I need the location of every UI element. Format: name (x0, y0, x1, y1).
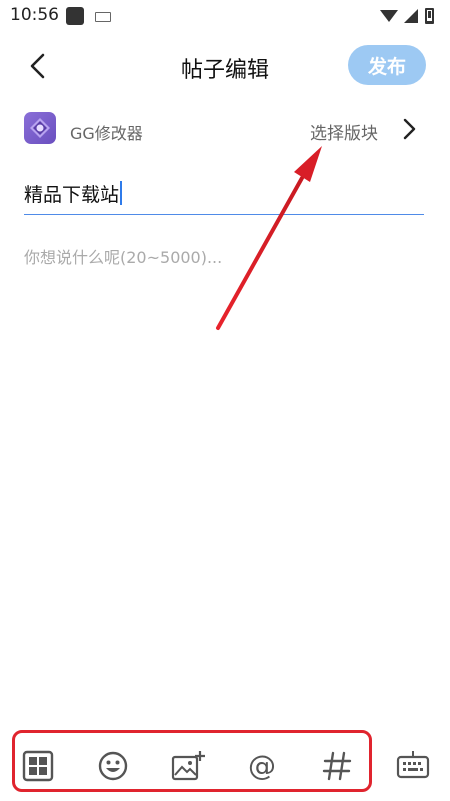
hashtag-icon (322, 751, 352, 781)
app-logo (24, 112, 56, 144)
gg-logo-icon (30, 118, 50, 138)
status-time: 10:56 (10, 5, 59, 25)
image-add-icon (171, 751, 205, 781)
mention-icon: @ (248, 750, 276, 782)
emoji-button[interactable] (95, 748, 131, 784)
post-title-value: 精品下载站 (24, 183, 120, 206)
board-selector-row[interactable]: GG修改器 选择版块 (0, 100, 450, 160)
status-signal-icons (380, 8, 434, 24)
mention-button[interactable]: @ (244, 748, 280, 784)
add-image-button[interactable] (170, 748, 206, 784)
hashtag-button[interactable] (319, 748, 355, 784)
app-name: GG修改器 (70, 124, 143, 143)
notification-icon (66, 7, 84, 25)
text-caret (120, 181, 123, 205)
svg-text:@: @ (248, 750, 276, 782)
post-title-input[interactable]: 精品下载站 (24, 172, 424, 215)
grid-icon (22, 750, 54, 782)
keyboard-button[interactable] (395, 748, 431, 784)
keyboard-status-icon (95, 12, 111, 22)
post-body-input[interactable]: 你想说什么呢(20~5000)... (24, 244, 222, 268)
emoji-icon (98, 751, 128, 781)
publish-button[interactable]: 发布 (348, 45, 426, 85)
grid-button[interactable] (20, 748, 56, 784)
select-board-link[interactable]: 选择版块 (310, 119, 378, 144)
status-bar: 10:56 (0, 0, 450, 32)
chevron-right-icon[interactable] (398, 116, 420, 142)
app-header: 帖子编辑 发布 (0, 32, 450, 100)
keyboard-icon (396, 751, 430, 779)
editor-toolbar: @ (0, 730, 450, 801)
